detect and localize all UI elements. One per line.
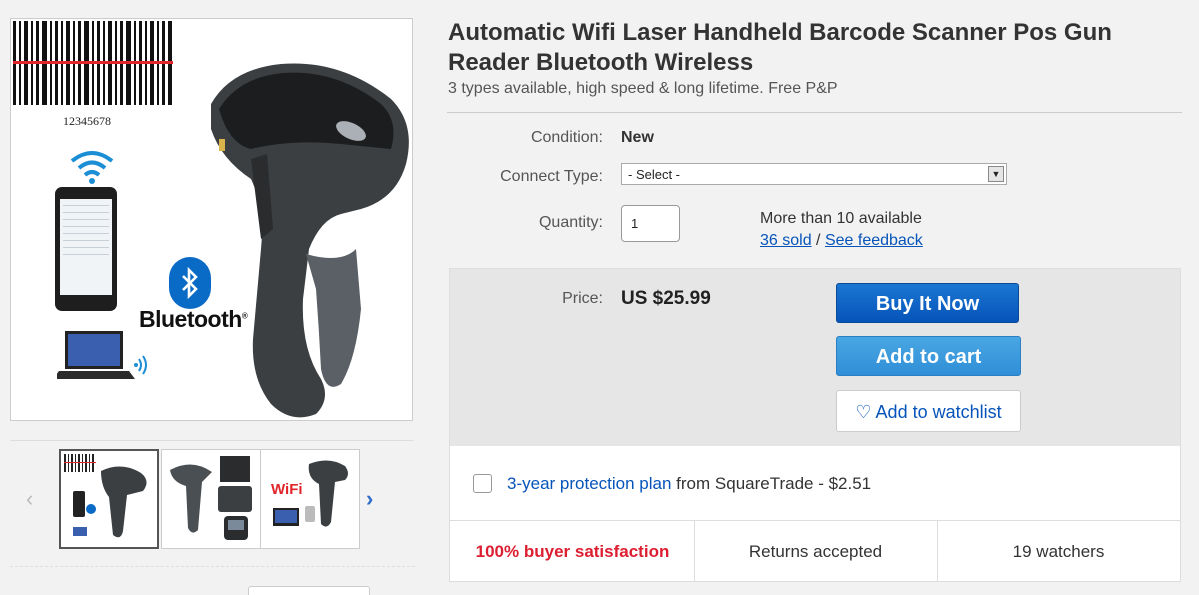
chevron-right-icon[interactable]: › (366, 486, 373, 512)
thumbnail-3[interactable]: WiFi (260, 449, 360, 549)
condition-value: New (621, 129, 654, 146)
purchase-panel (449, 268, 1181, 582)
protection-plan-link[interactable]: 3-year protection plan (507, 474, 671, 493)
see-feedback-link[interactable]: See feedback (825, 232, 923, 249)
connect-type-select[interactable]: - Select - ▼ (621, 163, 1007, 185)
price-label: Price: (562, 290, 603, 307)
quantity-label: Quantity: (538, 214, 603, 231)
gallery-divider (10, 566, 415, 567)
stats-divider (449, 520, 1181, 521)
product-title: Automatic Wifi Laser Handheld Barcode Sc… (448, 19, 1112, 76)
wifi-icon (70, 151, 114, 184)
buyer-satisfaction-stat: 100% buyer satisfaction (475, 542, 670, 561)
add-to-watchlist-button[interactable]: ♡ Add to watchlist (836, 390, 1021, 432)
product-subtitle: 3 types available, high speed & long lif… (448, 80, 838, 97)
barcode-scanner-graphic (211, 63, 409, 418)
returns-accepted-stat: Returns accepted (748, 542, 883, 561)
connect-type-selected: - Select - (628, 167, 681, 182)
price-value: US $25.99 (621, 288, 711, 309)
gallery-action-box[interactable] (248, 586, 370, 595)
sold-count-link[interactable]: 36 sold (760, 232, 812, 249)
heart-icon: ♡ (855, 402, 872, 422)
barcode-number: 12345678 (63, 114, 111, 128)
thumbnail-1[interactable] (59, 449, 159, 549)
quantity-input[interactable]: 1 (621, 205, 680, 242)
title-divider (447, 112, 1182, 113)
smartphone-graphic (55, 187, 117, 311)
protection-plan-price: from SquareTrade - $2.51 (676, 474, 872, 493)
protection-plan-text: 3-year protection plan from SquareTrade … (507, 474, 871, 494)
main-product-image[interactable]: 12345678 Bluetooth® (10, 18, 413, 421)
add-to-cart-button[interactable]: Add to cart (836, 336, 1021, 376)
wifi-thumb-label: WiFi (271, 481, 303, 498)
availability-text: More than 10 available (760, 210, 922, 227)
protection-plan-checkbox[interactable] (473, 474, 492, 493)
connect-type-label: Connect Type: (500, 168, 603, 185)
watchlist-label: Add to watchlist (875, 402, 1002, 422)
sold-separator: / (816, 232, 821, 249)
watchers-stat: 19 watchers (1012, 542, 1105, 561)
laptop-graphic (57, 331, 147, 379)
condition-label: Condition: (530, 129, 603, 146)
chevron-down-icon: ▼ (988, 166, 1004, 182)
sold-feedback-line: 36 sold / See feedback (760, 232, 923, 250)
barcode-graphic (13, 21, 173, 105)
chevron-left-icon[interactable]: ‹ (26, 486, 33, 512)
thumbnail-2[interactable] (161, 449, 261, 549)
buy-it-now-button[interactable]: Buy It Now (836, 283, 1019, 323)
